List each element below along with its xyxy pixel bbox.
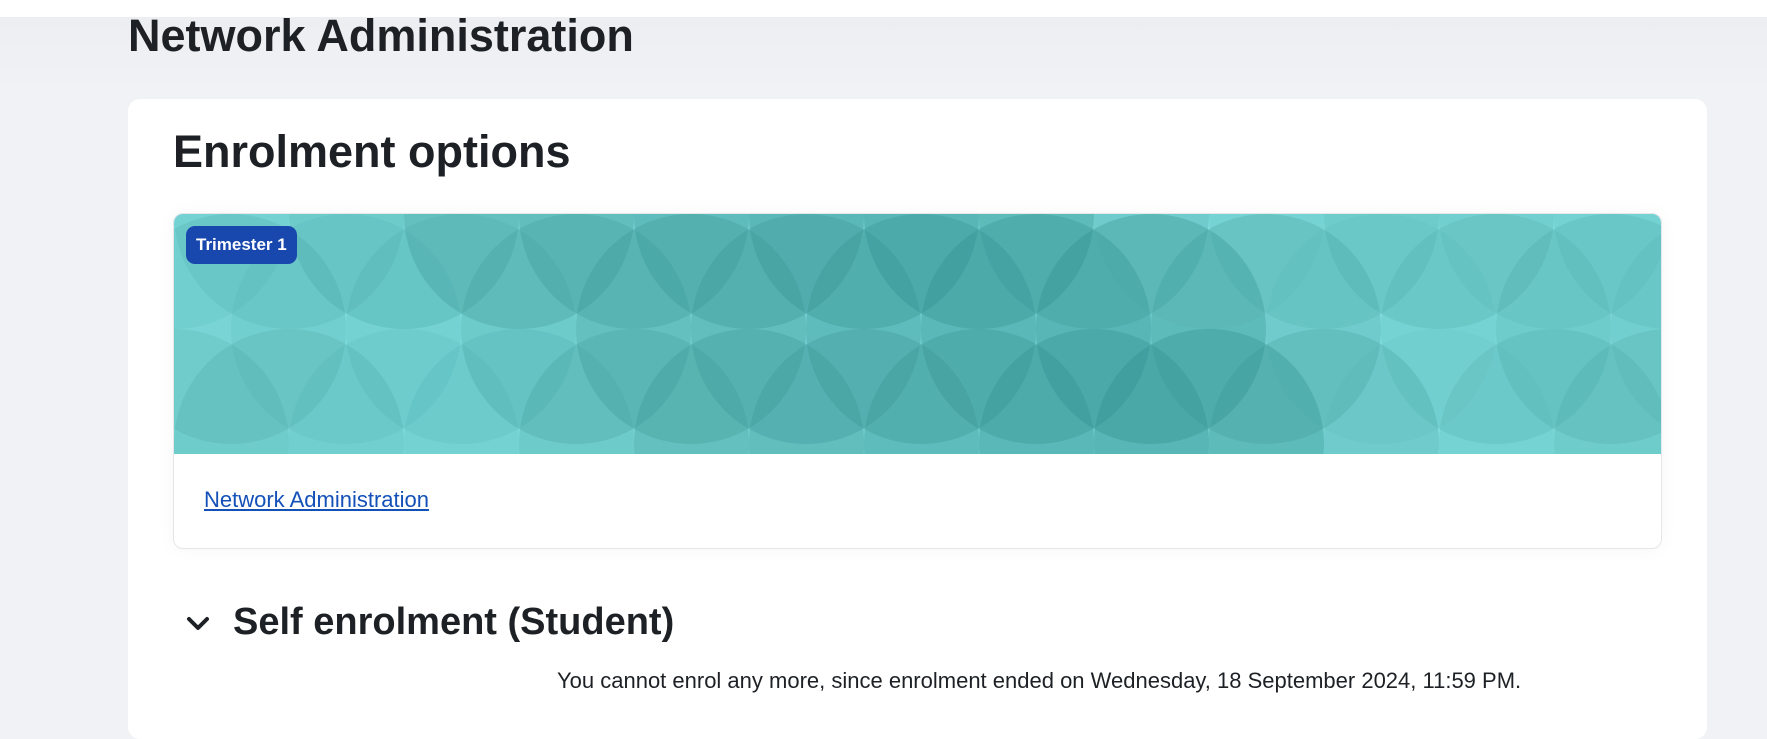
chevron-down-icon[interactable]	[182, 607, 214, 639]
enrolment-ended-message: You cannot enrol any more, since enrolme…	[557, 668, 1522, 693]
course-image-pattern	[174, 214, 1661, 454]
course-image	[174, 214, 1661, 454]
self-enrolment-heading[interactable]: Self enrolment (Student)	[233, 599, 674, 645]
page-title: Network Administration	[128, 10, 634, 61]
course-category-badge: Trimester 1	[186, 226, 297, 264]
course-link[interactable]: Network Administration	[204, 486, 429, 514]
enrolment-options-card: Enrolment options Trimester 1 Network Ad…	[128, 99, 1707, 739]
enrolment-options-heading: Enrolment options	[173, 126, 571, 177]
course-card: Trimester 1 Network Administration	[173, 213, 1662, 549]
